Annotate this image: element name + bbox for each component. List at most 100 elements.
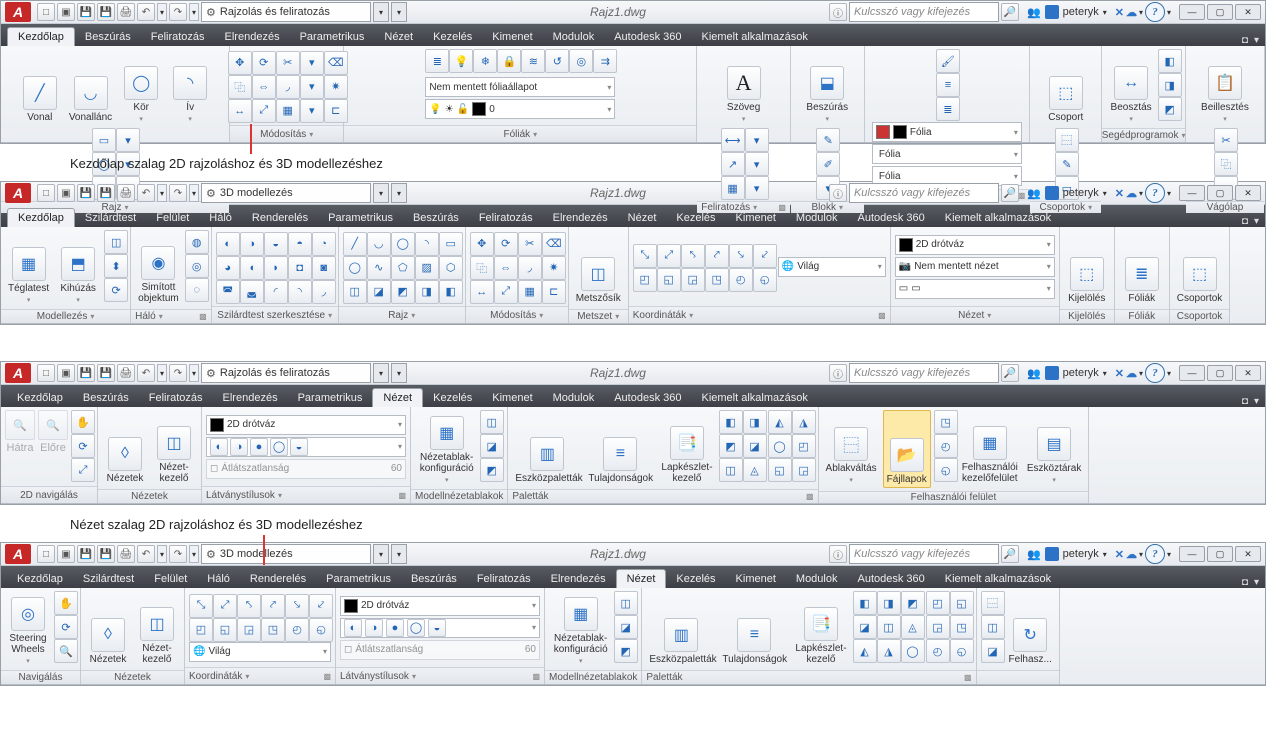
qat-save-icon[interactable]: 💾 <box>77 3 95 21</box>
pp13-icon[interactable]: ◳ <box>950 615 974 639</box>
user-cluster[interactable]: 👥peteryk▾ <box>1027 186 1107 200</box>
tab-modulok[interactable]: Modulok <box>786 570 848 588</box>
vs-icons-row[interactable]: ◐◑●◯◒▾ <box>206 437 406 457</box>
tab-kezeles[interactable]: Kezelés <box>423 28 482 46</box>
properties-button[interactable]: ≡Tulajdonságok <box>719 591 789 667</box>
tab-kimenet[interactable]: Kimenet <box>726 570 786 588</box>
app-menu-icon[interactable]: A <box>5 183 31 203</box>
se14-icon[interactable]: ◝ <box>288 280 312 304</box>
tab-autodesk360[interactable]: Autodesk 360 <box>604 389 691 407</box>
tab-rendereles[interactable]: Renderelés <box>240 570 316 588</box>
insert-button[interactable]: ⬓Beszúrás▾ <box>803 49 851 125</box>
layer-prop-icon[interactable]: ≣ <box>425 49 449 73</box>
util3-icon[interactable]: ◩ <box>1158 97 1182 121</box>
tab-focus-icon[interactable]: ◘ <box>1242 35 1248 46</box>
se10-icon[interactable]: ◙ <box>312 256 336 280</box>
tab-nezet[interactable]: Nézet <box>374 28 423 46</box>
layer-freeze-icon[interactable]: ❄ <box>473 49 497 73</box>
help-icon[interactable]: ? <box>1145 183 1165 203</box>
m3-icon[interactable]: ✂ <box>518 232 542 256</box>
qat-saveas-icon[interactable]: 💾 <box>97 545 115 563</box>
tab-kiemelt[interactable]: Kiemelt alkalmazások <box>935 209 1061 227</box>
tab-kiemelt[interactable]: Kiemelt alkalmazások <box>691 389 817 407</box>
se2-icon[interactable]: ◑ <box>240 232 264 256</box>
toolpalettes-button[interactable]: ▥Eszközpaletták <box>512 410 582 486</box>
p10-icon[interactable]: ◰ <box>792 434 816 458</box>
se9-icon[interactable]: ◘ <box>288 256 312 280</box>
felhasz-button[interactable]: ↻Felhasz... <box>1006 591 1055 667</box>
pp14-icon[interactable]: ◴ <box>926 639 950 663</box>
vp3-icon[interactable]: ◩ <box>614 639 638 663</box>
layer-match-icon[interactable]: ≋ <box>521 49 545 73</box>
pp7-icon[interactable]: ◭ <box>853 639 877 663</box>
bylayer-icon[interactable]: ≡ <box>936 73 960 97</box>
tab-kezdolap[interactable]: Kezdőlap <box>7 27 75 46</box>
tab-elrendezes[interactable]: Elrendezés <box>543 209 618 227</box>
qat-plot-icon[interactable]: 🖨 <box>117 545 135 563</box>
groups-button[interactable]: ⬚Csoportok <box>1174 230 1226 306</box>
filetabs-button[interactable]: 📂Fájllapok <box>883 410 931 488</box>
p2-icon[interactable]: ◨ <box>743 410 767 434</box>
smooth-button[interactable]: ◉Simított objektum <box>135 230 182 306</box>
help-icon[interactable]: ? <box>1145 2 1165 22</box>
util1-icon[interactable]: ◧ <box>1158 49 1182 73</box>
properties-button[interactable]: ≡Tulajdonságok <box>585 410 655 486</box>
pan-icon[interactable]: ✋ <box>54 591 78 615</box>
qat-plot-icon[interactable]: 🖨 <box>117 184 135 202</box>
qat-saveas-icon[interactable]: 💾 <box>97 364 115 382</box>
tab-parametrikus[interactable]: Parametrikus <box>290 28 375 46</box>
tab-min-icon[interactable]: ▾ <box>1254 396 1259 407</box>
vs-icons-row[interactable]: ◐◑●◯◒▾ <box>340 618 540 638</box>
qat-open-icon[interactable]: ▣ <box>57 545 75 563</box>
vpconfig-button[interactable]: ▦Nézetablak- konfiguráció▾ <box>551 591 611 667</box>
rect-icon[interactable]: ▭ <box>92 128 116 152</box>
qat-saveas-icon[interactable]: 💾 <box>97 184 115 202</box>
pan-icon[interactable]: ✋ <box>71 410 95 434</box>
mesh1-icon[interactable]: ◍ <box>185 230 209 254</box>
pp2-icon[interactable]: ◨ <box>877 591 901 615</box>
qat-undo-icon[interactable]: ↶ <box>137 184 155 202</box>
search-go-icon[interactable]: 🔎 <box>1001 184 1019 202</box>
workspace-combo[interactable]: ⚙3D modellezés <box>201 183 371 203</box>
user-cluster[interactable]: 👥peteryk▾ <box>1027 547 1107 561</box>
qat-redo-icon[interactable]: ↷ <box>169 3 187 21</box>
ucs11-icon[interactable]: ◴ <box>729 268 753 292</box>
ucs4-icon[interactable]: ⤤ <box>705 244 729 268</box>
ucs10-icon[interactable]: ◳ <box>705 268 729 292</box>
ucs9-icon[interactable]: ◲ <box>681 268 705 292</box>
tab-autodesk360[interactable]: Autodesk 360 <box>847 570 934 588</box>
array-dd[interactable]: ▾ <box>300 99 324 123</box>
c5-icon[interactable]: ⤥ <box>285 594 309 618</box>
search-input[interactable]: Kulcsszó vagy kifejezés <box>849 544 999 564</box>
search-go-icon[interactable]: 🔎 <box>1001 545 1019 563</box>
d1-icon[interactable]: ╱ <box>343 232 367 256</box>
qat-undo-icon[interactable]: ↶ <box>137 364 155 382</box>
polysolid-icon[interactable]: ◫ <box>104 230 128 254</box>
presspull-icon[interactable]: ⬍ <box>104 254 128 278</box>
tab-focus-icon[interactable]: ◘ <box>1242 396 1248 407</box>
se6-icon[interactable]: ◕ <box>216 256 240 280</box>
ui-b-icon[interactable]: ◫ <box>981 615 1005 639</box>
tab-halo[interactable]: Háló <box>199 209 242 227</box>
m7-icon[interactable]: ◞ <box>518 256 542 280</box>
tab-szilardtest[interactable]: Szilárdtest <box>75 209 146 227</box>
p12-icon[interactable]: ◲ <box>792 458 816 482</box>
qat-open-icon[interactable]: ▣ <box>57 3 75 21</box>
fillet-icon[interactable]: ◞ <box>276 75 300 99</box>
mesh3-icon[interactable]: ◌ <box>185 278 209 302</box>
user-cluster[interactable]: 👥 peteryk ▾ <box>1027 5 1107 19</box>
tab-kezeles[interactable]: Kezelés <box>666 570 725 588</box>
box-button[interactable]: ▦Téglatest▾ <box>5 230 52 306</box>
ucs8-icon[interactable]: ◱ <box>657 268 681 292</box>
tab-felulet[interactable]: Felület <box>144 570 197 588</box>
pp1-icon[interactable]: ◧ <box>853 591 877 615</box>
measure-button[interactable]: ↔Beosztás▾ <box>1108 49 1155 125</box>
infocenter-icon[interactable]: ⓘ <box>829 545 847 563</box>
arc-button[interactable]: ◝Ív▾ <box>167 49 213 125</box>
list-icon[interactable]: ≣ <box>936 97 960 121</box>
qat-undo-icon[interactable]: ↶ <box>137 3 155 21</box>
c1-icon[interactable]: ⤡ <box>189 594 213 618</box>
steering-button[interactable]: ◎Steering Wheels▾ <box>5 591 51 667</box>
infocenter-icon[interactable]: ⓘ <box>829 184 847 202</box>
tab-kimenet[interactable]: Kimenet <box>482 28 542 46</box>
